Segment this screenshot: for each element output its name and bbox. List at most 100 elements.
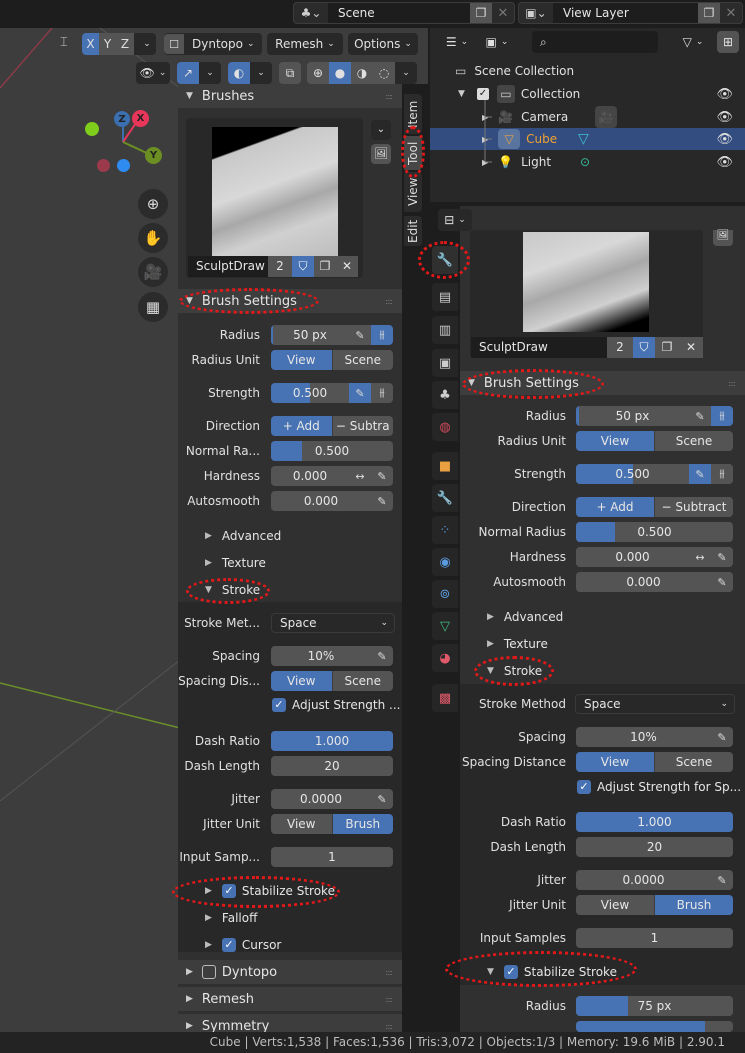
unified-strength-icon[interactable]: ⫵ <box>371 383 393 403</box>
pressure-icon[interactable]: ✎ <box>711 727 733 747</box>
props-direction-toggle[interactable]: + Add − Subtract <box>576 497 733 517</box>
outliner-search-input[interactable]: ⌕ <box>532 31 658 53</box>
fake-user-shield-icon[interactable]: ⛉ <box>292 256 314 277</box>
jitter-unit-view[interactable]: View <box>576 895 655 915</box>
outliner-scene-collection[interactable]: ▭ Scene Collection <box>430 60 745 82</box>
props-brush-settings-header[interactable]: ▼ Brush Settings:::: <box>460 371 745 395</box>
camera-view-icon[interactable]: 🎥 <box>138 257 168 287</box>
overlay-dropdown[interactable]: ⌄ <box>250 62 272 84</box>
advanced-subpanel[interactable]: ▶ Advanced <box>205 529 281 543</box>
shading-rendered[interactable]: ◌ <box>373 62 395 84</box>
new-scene-icon[interactable]: ❐ <box>470 3 492 23</box>
tab-scene[interactable]: ♣ <box>432 381 458 409</box>
checkmark-icon[interactable]: ✓ <box>272 698 286 712</box>
tab-material[interactable]: ◕ <box>432 644 458 672</box>
props-jitter-unit-toggle[interactable]: View Brush <box>576 895 733 915</box>
jitter-unit-brush[interactable]: Brush <box>655 895 733 915</box>
outliner-row-collection[interactable]: ▼ ✓ ▭ Collection 👁 <box>430 83 745 105</box>
mesh-data-icon[interactable]: ▽ <box>578 131 589 147</box>
hardness-field[interactable]: 0.000 <box>271 466 349 486</box>
checkmark-icon[interactable]: ✓ <box>221 938 236 952</box>
tab-item[interactable]: Item <box>404 94 422 134</box>
props-dash-length-field[interactable]: 20 <box>576 837 733 857</box>
camera-data-icon[interactable]: 🎥 <box>595 106 617 128</box>
view-layer-selector[interactable]: ▣⌄ View Layer ❐ ✕ <box>518 2 743 24</box>
tab-texture[interactable]: ▩ <box>432 684 458 712</box>
brushes-header[interactable]: ▼ Brushes:::: <box>178 84 402 108</box>
texture-subpanel[interactable]: ▶ Texture <box>205 556 266 570</box>
radius-unit-scene[interactable]: Scene <box>332 350 393 370</box>
view-layer-icon[interactable]: ▣⌄ <box>519 3 553 23</box>
brush-name-field[interactable]: SculptDraw <box>188 256 268 277</box>
gizmo-y-axis[interactable]: Y <box>145 147 162 164</box>
direction-subtract[interactable]: − Subtra <box>332 416 393 436</box>
autosmooth-field[interactable]: 0.000 <box>271 491 371 511</box>
gizmo-z-axis[interactable]: Z <box>114 111 130 127</box>
radius-field[interactable]: 50 px <box>271 325 349 345</box>
props-autosmooth-field[interactable]: 0.000 <box>576 572 711 592</box>
checkbox-icon[interactable] <box>201 965 216 979</box>
props-dash-ratio-field[interactable]: 1.000 <box>576 812 733 832</box>
direction-toggle[interactable]: + Add − Subtra <box>271 416 393 436</box>
checkmark-icon[interactable]: ✓ <box>503 965 518 979</box>
dyntopo-header[interactable]: ▶ Dyntopo:::: <box>178 960 402 984</box>
props-advanced-subpanel[interactable]: ▶ Advanced <box>487 610 563 624</box>
xray-toggle[interactable]: ⧉ <box>279 62 301 84</box>
collapse-triangle-icon[interactable]: ▶ <box>482 158 488 167</box>
pressure-icon[interactable]: ✎ <box>711 547 733 567</box>
ortho-grid-icon[interactable]: ▦ <box>138 292 168 322</box>
unified-strength-icon[interactable]: ⫵ <box>711 464 733 484</box>
spacing-distance-view[interactable]: View <box>576 752 655 772</box>
checkmark-icon[interactable]: ✓ <box>577 780 591 794</box>
axis-y-toggle[interactable]: Y <box>99 33 116 55</box>
outliner-row-cube[interactable]: ▶ ▽ Cube ▽ 👁 <box>430 128 745 150</box>
view-layer-name[interactable]: View Layer <box>553 3 698 23</box>
normal-radius-field[interactable]: 0.500 <box>271 441 393 461</box>
visibility-menu[interactable]: 👁 ⌄ <box>136 62 170 84</box>
spacing-distance-scene[interactable]: Scene <box>332 671 393 691</box>
pressure-icon[interactable]: ✎ <box>689 406 711 426</box>
props-radius-field[interactable]: 50 px <box>576 406 689 426</box>
props-strength-field[interactable]: 0.500 <box>576 464 689 484</box>
collapse-triangle-icon[interactable]: ▶ <box>482 135 488 144</box>
dyntopo-toggle[interactable]: ☐ Dyntopo ⌄ <box>164 33 262 55</box>
eye-icon[interactable]: 👁 <box>716 87 733 102</box>
props-stroke-subpanel[interactable]: ▼ Stroke <box>487 664 542 678</box>
tab-constraints[interactable]: ⊚ <box>432 580 458 608</box>
outliner-row-light[interactable]: ▶ 💡 Light ⊙ 👁 <box>430 151 745 173</box>
close-icon[interactable]: ✕ <box>492 3 514 23</box>
dash-ratio-field[interactable]: 1.000 <box>271 731 393 751</box>
gizmo-neg-z[interactable] <box>117 159 130 172</box>
radius-unit-toggle[interactable]: View Scene <box>271 350 393 370</box>
light-data-icon[interactable]: ⊙ <box>580 155 590 169</box>
shading-material[interactable]: ◑ <box>351 62 373 84</box>
props-brush-name-field[interactable]: SculptDraw <box>471 337 607 358</box>
checkbox-icon[interactable]: ☐ <box>164 34 184 54</box>
tab-particles[interactable]: ⁘ <box>432 516 458 544</box>
radius-unit-scene[interactable]: Scene <box>655 431 733 451</box>
props-jitter-field[interactable]: 0.0000 <box>576 870 711 890</box>
editor-type-dropdown[interactable]: ⊟ ⌄ <box>438 209 472 231</box>
stabilize-stroke-subpanel[interactable]: ▶ ✓ Stabilize Stroke <box>205 884 335 898</box>
tab-view[interactable]: View <box>404 172 422 212</box>
brush-preview-image[interactable] <box>212 127 338 257</box>
direction-add[interactable]: + Add <box>576 497 655 517</box>
options-menu[interactable]: Options ⌄ <box>348 33 418 55</box>
eye-icon[interactable]: 👁 <box>716 132 733 147</box>
drag-grip-icon[interactable]: :::: <box>728 379 736 388</box>
gizmo-x-axis[interactable]: X <box>132 110 149 127</box>
remesh-menu[interactable]: Remesh ⌄ <box>267 33 343 55</box>
adjust-strength-checkbox[interactable]: ✓ Adjust Strength ... <box>272 698 401 712</box>
props-brush-preview-image[interactable] <box>523 232 649 332</box>
dash-length-field[interactable]: 20 <box>271 756 393 776</box>
duplicate-brush-icon[interactable]: ❐ <box>314 256 336 277</box>
filter-dropdown[interactable]: ▽ ⌄ <box>676 31 710 53</box>
scene-icon[interactable]: ♣⌄ <box>294 3 328 23</box>
axis-dropdown[interactable]: ⌄ <box>134 33 156 55</box>
tab-physics[interactable]: ◉ <box>432 548 458 576</box>
props-stroke-method-dropdown[interactable]: Space ⌄ <box>575 694 735 714</box>
zoom-icon[interactable]: ⊕ <box>138 189 168 219</box>
drag-grip-icon[interactable]: :::: <box>385 968 393 977</box>
gizmo-toggle[interactable]: ↗ <box>177 62 199 84</box>
props-input-samples-field[interactable]: 1 <box>576 928 733 948</box>
